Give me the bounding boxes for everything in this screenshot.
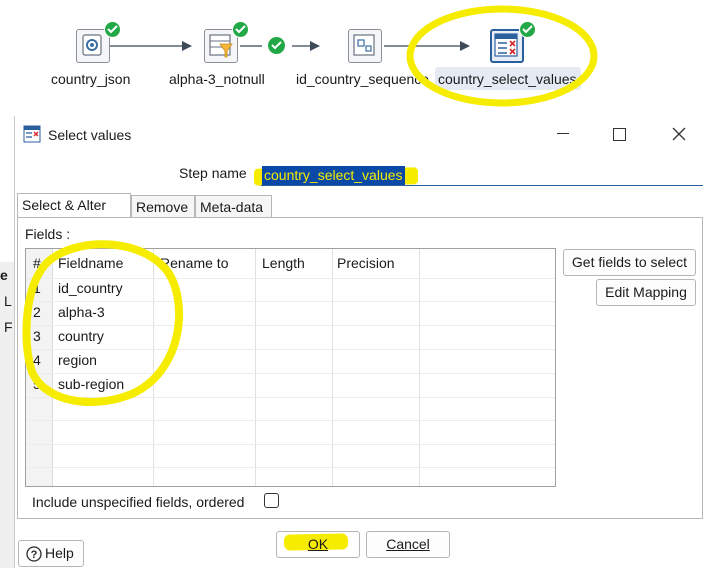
help-icon: ? — [26, 546, 42, 562]
ok-label: OK — [307, 536, 329, 552]
row-divider — [26, 467, 555, 468]
step-ok-icon — [104, 21, 121, 38]
include-unspecified-checkbox[interactable] — [264, 493, 279, 508]
panel-fragment: L — [4, 293, 12, 309]
select-values-icon — [23, 125, 41, 143]
step-label: alpha-3_notnull — [169, 71, 265, 87]
get-fields-button[interactable]: Get fields to select — [563, 249, 696, 276]
include-unspecified-label: Include unspecified fields, ordered — [32, 494, 245, 510]
cancel-label: Cancel — [386, 536, 430, 552]
step-label: country_json — [51, 71, 131, 87]
panel-fragment: F — [4, 319, 13, 335]
row-divider — [26, 420, 555, 421]
cancel-button[interactable]: Cancel — [366, 531, 450, 558]
sequence-icon — [353, 34, 375, 56]
help-button[interactable]: ? Help — [18, 540, 84, 567]
tab-meta-data[interactable]: Meta-data — [195, 195, 272, 217]
dialog-title: Select values — [48, 127, 132, 143]
tab-remove[interactable]: Remove — [131, 195, 195, 217]
column-header-length[interactable]: Length — [262, 255, 305, 271]
annotation-circle-step — [406, 5, 598, 107]
json-input-icon — [82, 34, 102, 56]
background-panel: e L F — [0, 262, 15, 568]
column-divider — [255, 249, 256, 486]
step-ok-icon — [232, 21, 249, 38]
column-divider — [419, 249, 420, 486]
step-id-country-sequence[interactable] — [348, 29, 382, 63]
column-header-precision[interactable]: Precision — [337, 255, 395, 271]
filter-rows-icon — [209, 34, 233, 58]
step-name-input[interactable]: country_select_values — [262, 166, 405, 185]
help-label: Help — [45, 545, 74, 561]
edit-mapping-button[interactable]: Edit Mapping — [596, 279, 696, 306]
ok-button[interactable]: OK — [276, 531, 360, 558]
row-divider — [26, 444, 555, 445]
step-name-underline — [261, 185, 703, 186]
step-name-label: Step name — [179, 165, 247, 181]
close-icon[interactable] — [672, 127, 686, 141]
maximize-icon[interactable] — [613, 128, 626, 141]
panel-fragment: e — [0, 267, 8, 283]
hop-ok-icon — [268, 37, 285, 54]
minimize-icon[interactable] — [557, 133, 569, 134]
annotation-circle-fields — [22, 240, 184, 406]
svg-text:?: ? — [31, 549, 38, 561]
tab-select-alter[interactable]: Select & Alter — [17, 193, 131, 217]
column-divider — [332, 249, 333, 486]
